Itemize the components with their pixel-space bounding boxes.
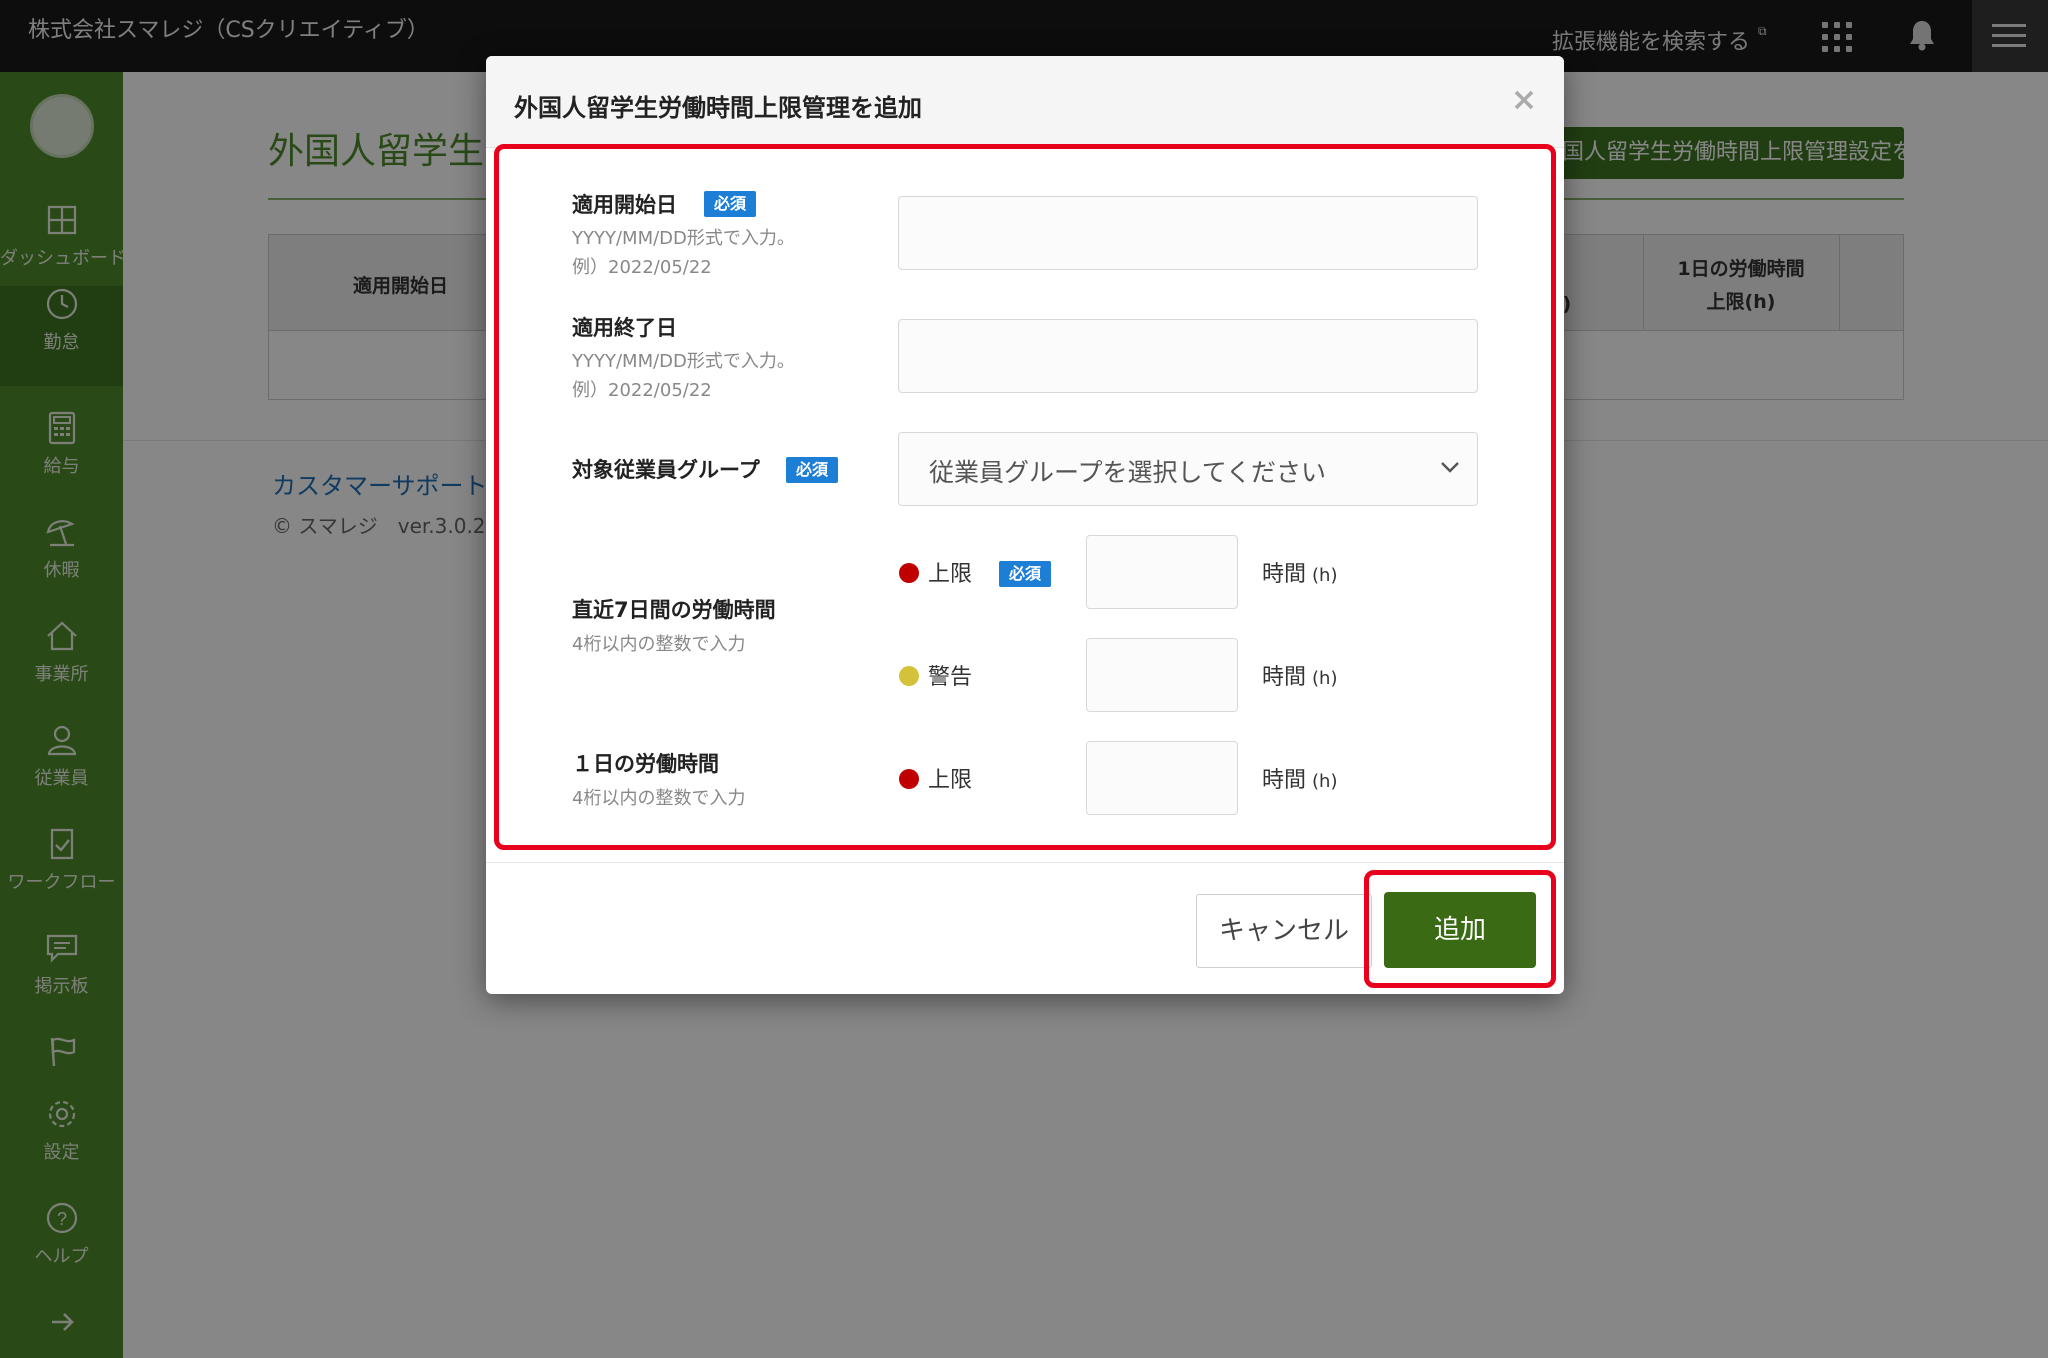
add-button-highlight-frame: [1364, 870, 1556, 988]
dialog-title: 外国人留学生労働時間上限管理を追加: [514, 94, 922, 122]
dialog-header: 外国人留学生労働時間上限管理を追加: [486, 56, 1564, 148]
dialog-footer-divider: [486, 862, 1564, 863]
form-highlight-frame: [494, 144, 1556, 850]
add-limit-dialog: 外国人留学生労働時間上限管理を追加 適用開始日 必須 YYYY/MM/DD形式で…: [486, 56, 1564, 994]
cancel-button[interactable]: キャンセル: [1196, 894, 1372, 968]
close-icon[interactable]: [1508, 84, 1540, 116]
